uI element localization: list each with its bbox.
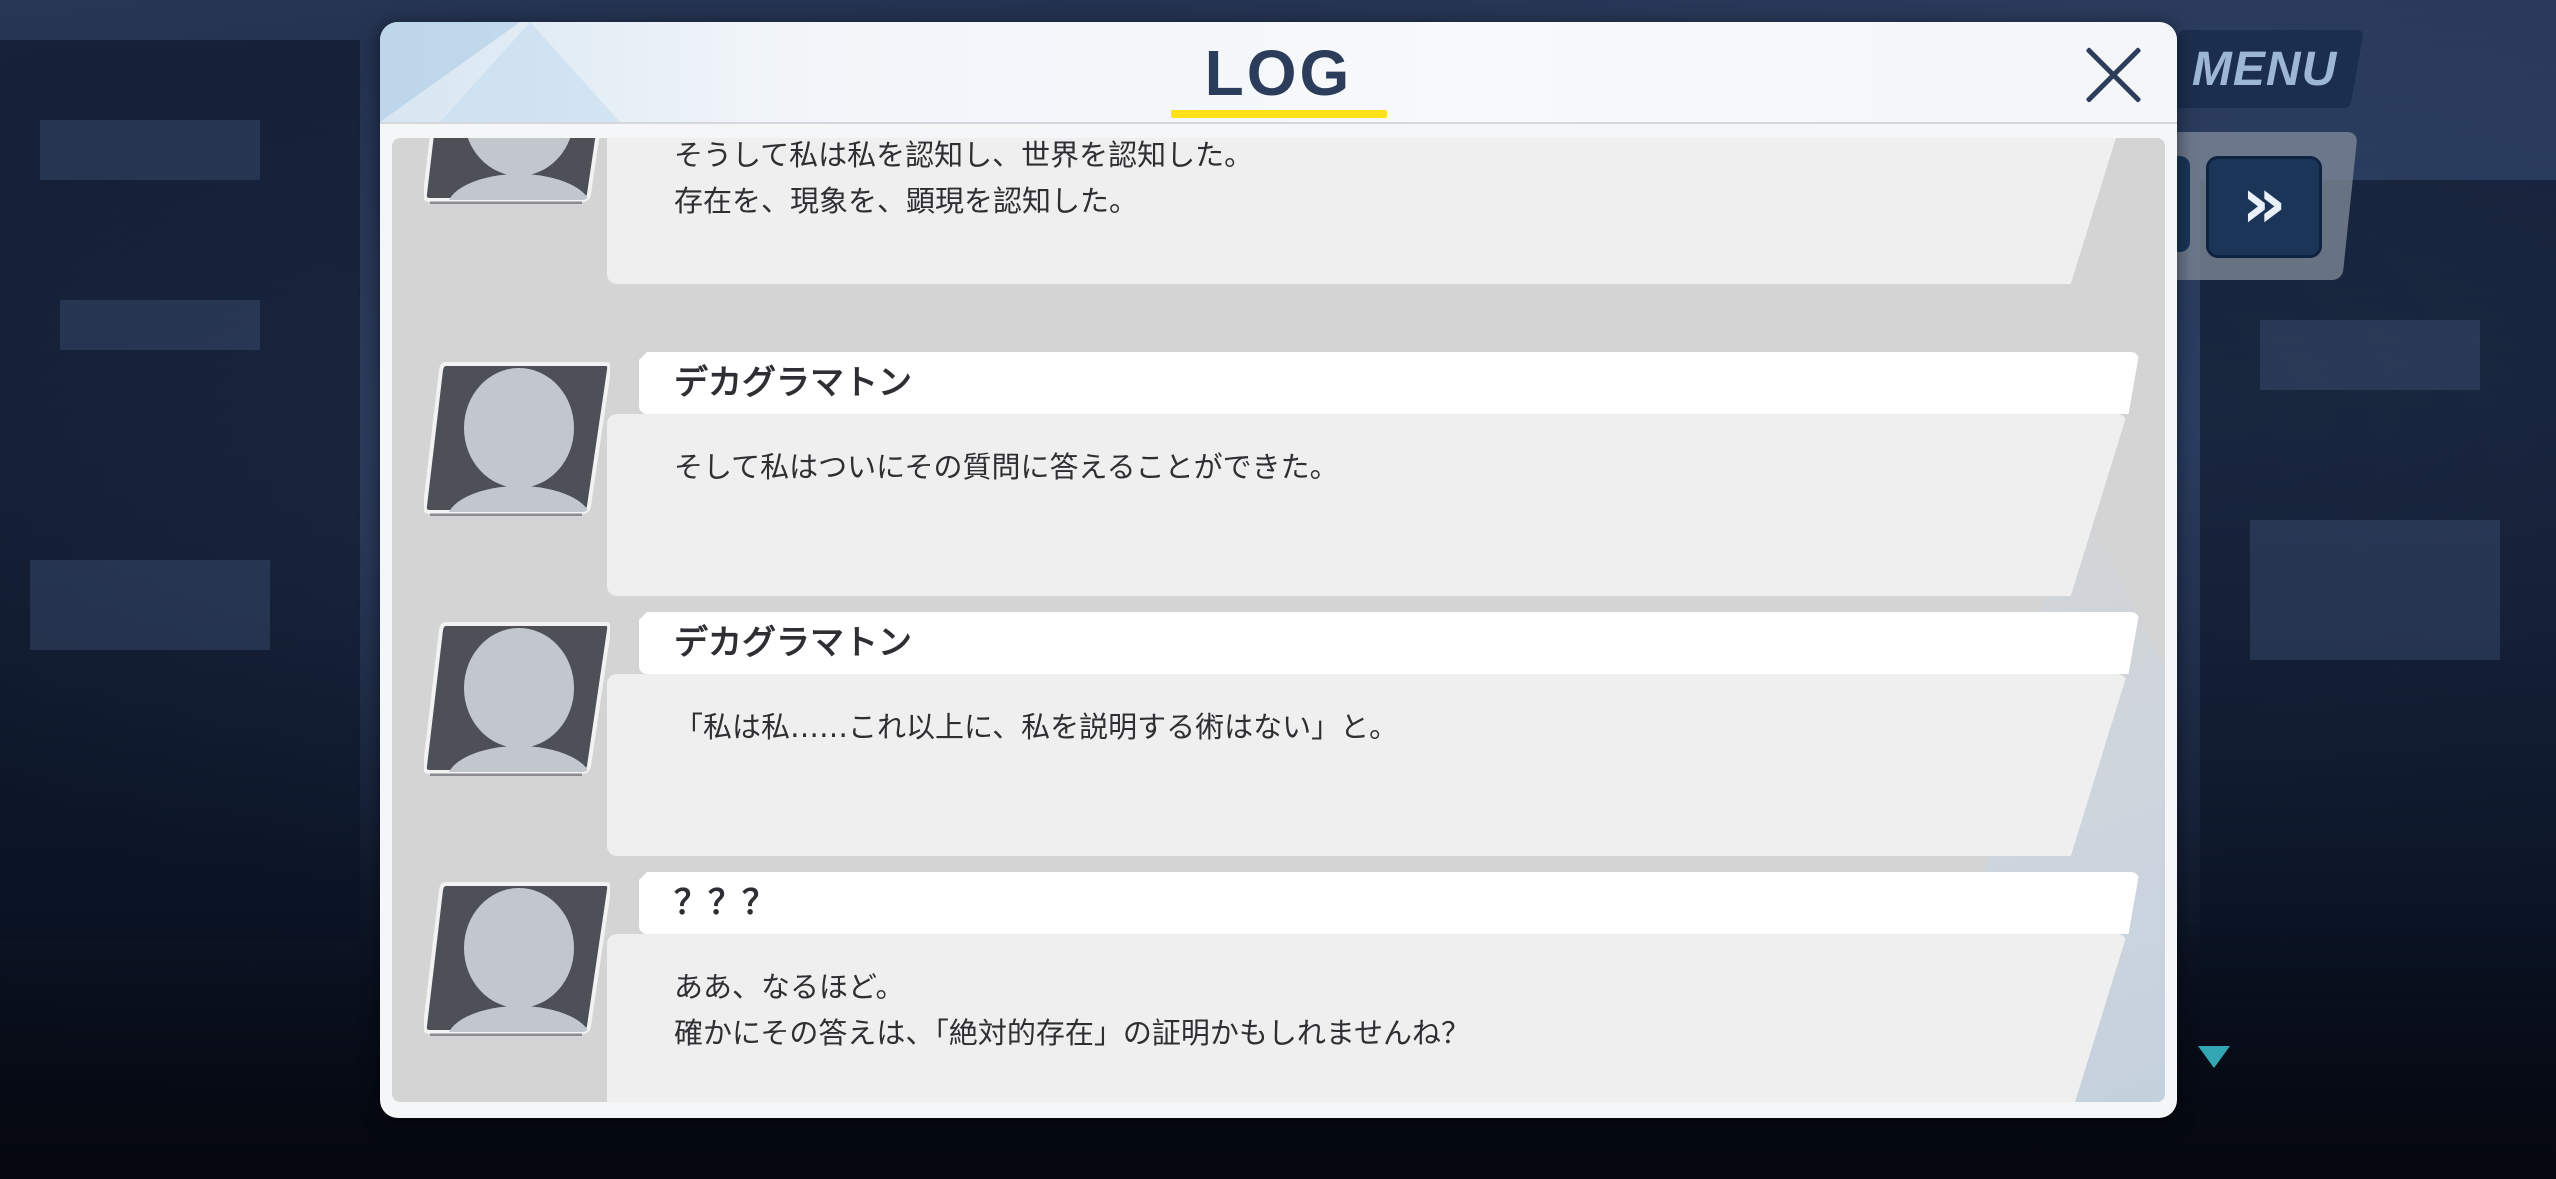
background-window [40,120,260,180]
dialogue-bubble [607,414,2127,596]
bubble-tail [614,952,630,978]
speaker-name: ？？？ [674,883,776,923]
background-window [2260,320,2480,390]
avatar-placeholder-icon [424,620,610,776]
log-entry: デカグラマトン 「私は私……これ以上に、私を説明する術はない」と。 [392,612,2165,872]
avatar-placeholder-icon [424,360,610,516]
avatar-placeholder-icon [424,138,610,204]
log-entry: デカグラマトン そして私はついにその質問に答えることができた。 [392,352,2165,612]
menu-button[interactable]: MENU [2165,30,2364,108]
background-window [60,300,260,350]
log-entry: ？？？ ああ、なるほど。 確かにその答えは、「絶対的存在」の証明かもしれませんね… [392,872,2165,1102]
speaker-name: デカグラマトン [674,363,912,403]
speaker-name: デカグラマトン [674,623,912,663]
background-window [2250,520,2500,660]
log-title-underline [1171,110,1387,118]
dialogue-text: ああ、なるほど。 確かにその答えは、「絶対的存在」の証明かもしれませんね？ [674,970,1471,1050]
dialogue-text: そして私はついにその質問に答えることができた。 [674,450,1339,484]
menu-button-label: MENU [2191,42,2338,96]
bubble-tail [614,692,630,718]
speaker-name-bar [639,872,2139,934]
fast-forward-icon: » [2241,162,2287,244]
log-header: LOG [380,22,2177,124]
close-icon[interactable] [2080,42,2146,108]
background-window [30,560,270,650]
dialogue-text: 「私は私……これ以上に、私を説明する術はない」と。 [674,710,1399,744]
fast-forward-button[interactable]: » [2206,156,2322,258]
bubble-tail [614,138,630,146]
log-dialog: LOG そうして私は私を認知し、世界を認知した。 存在を、現象を、顕現を認知した… [380,22,2177,1118]
log-entry: そうして私は私を認知し、世界を認知した。 存在を、現象を、顕現を認知した。 [392,138,2165,300]
dialogue-bubble [607,674,2127,856]
down-triangle-icon [2198,1046,2230,1068]
bubble-tail [614,432,630,458]
avatar-placeholder-icon [424,880,610,1036]
dialogue-text: そうして私は私を認知し、世界を認知した。 存在を、現象を、顕現を認知した。 [674,138,1254,218]
log-title: LOG [1204,37,1353,109]
log-list[interactable]: そうして私は私を認知し、世界を認知した。 存在を、現象を、顕現を認知した。 デカ… [392,138,2165,1102]
